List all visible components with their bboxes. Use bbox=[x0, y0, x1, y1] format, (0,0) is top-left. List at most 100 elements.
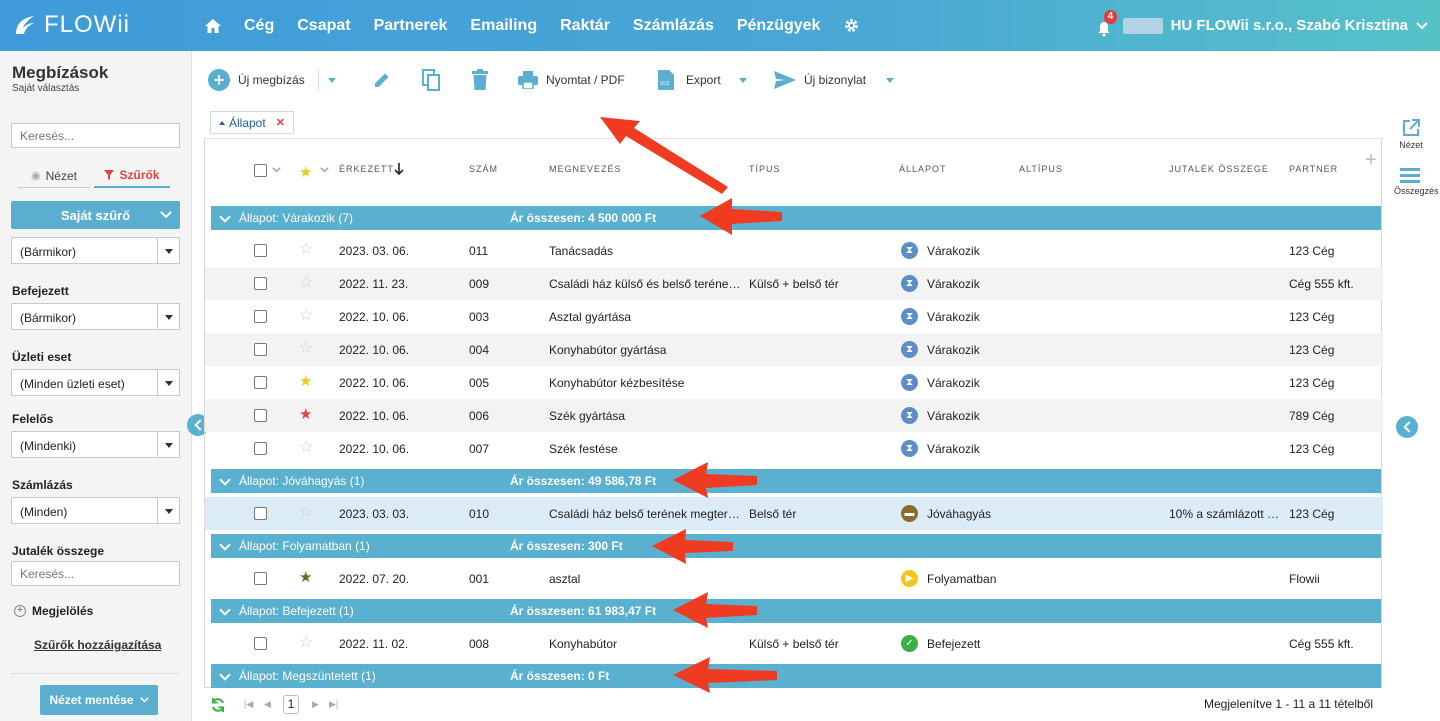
row-checkbox[interactable] bbox=[254, 507, 267, 520]
group-header[interactable]: Állapot: Befejezett (1) Ár összesen: 61 9… bbox=[211, 599, 1381, 623]
caret-up-icon bbox=[219, 120, 225, 125]
row-checkbox[interactable] bbox=[254, 244, 267, 257]
select-all-checkbox[interactable] bbox=[254, 164, 267, 177]
save-view-button[interactable]: Nézet mentése bbox=[40, 685, 158, 715]
row-checkbox[interactable] bbox=[254, 343, 267, 356]
table-row[interactable]: ★ 2022. 10. 06. 005 Konyhabútor kézbesítése… bbox=[205, 366, 1383, 399]
current-page[interactable]: 1 bbox=[283, 695, 299, 714]
star-column-icon[interactable]: ★ bbox=[299, 163, 312, 181]
nav-csapat[interactable]: Csapat bbox=[297, 17, 350, 35]
business-case-select[interactable]: (Minden üzleti eset) bbox=[11, 369, 180, 396]
refresh-icon[interactable] bbox=[210, 697, 226, 713]
new-document-button[interactable]: Új bizonylat bbox=[774, 67, 895, 93]
table-row[interactable]: ☆ 2022. 10. 06. 004 Konyhabútor gyártása Vár… bbox=[205, 333, 1383, 366]
nav-penzugyek[interactable]: Pénzügyek bbox=[737, 17, 821, 35]
col-header-status[interactable]: ÁLLAPOT bbox=[899, 164, 947, 174]
favorite-star-icon[interactable]: ★ bbox=[299, 374, 312, 389]
assign-filters-link[interactable]: Szűrők hozzáigazítása bbox=[34, 638, 161, 652]
own-filter-button[interactable]: Saját szűrő bbox=[11, 201, 180, 229]
favorite-star-icon[interactable]: ☆ bbox=[299, 635, 313, 651]
group-header[interactable]: Állapot: Várakozik (7) Ár összesen: 4 500… bbox=[211, 206, 1381, 230]
copy-icon[interactable] bbox=[422, 69, 440, 91]
nav-partnerek[interactable]: Partnerek bbox=[374, 17, 448, 35]
favorite-star-icon[interactable]: ☆ bbox=[299, 440, 313, 456]
first-page-icon[interactable]: |◀ bbox=[244, 699, 253, 710]
table-row[interactable]: ☆ 2022. 10. 06. 003 Asztal gyártása Várakozi… bbox=[205, 300, 1383, 333]
chevron-down-icon[interactable] bbox=[272, 167, 281, 173]
gear-icon[interactable] bbox=[843, 17, 860, 34]
group-sum: Ár összesen: 49 586,78 Ft bbox=[510, 474, 657, 488]
chevron-down-icon[interactable] bbox=[1416, 21, 1428, 30]
row-checkbox[interactable] bbox=[254, 376, 267, 389]
col-header-subtype[interactable]: ALTÍPUS bbox=[1019, 164, 1063, 174]
row-checkbox[interactable] bbox=[254, 409, 267, 422]
col-header-partner[interactable]: PARTNER bbox=[1289, 164, 1338, 174]
arrived-date-select[interactable]: (Bármikor) bbox=[11, 237, 180, 264]
row-checkbox[interactable] bbox=[254, 572, 267, 585]
marking-toggle[interactable]: + Megjelölés bbox=[14, 604, 93, 618]
summary-button[interactable]: Összegzés bbox=[1390, 168, 1440, 196]
dropdown-arrow-icon bbox=[157, 304, 179, 329]
cell-type: Belső tér bbox=[749, 507, 797, 521]
last-page-icon[interactable]: ▶| bbox=[329, 699, 338, 710]
favorite-star-icon[interactable]: ☆ bbox=[299, 275, 313, 291]
table-row[interactable]: ☆ 2022. 11. 23. 009 Családi ház külső és be… bbox=[205, 267, 1383, 300]
collapse-right-panel-button[interactable] bbox=[1396, 416, 1418, 438]
table-row[interactable]: ☆ 2022. 10. 06. 007 Szék festése Várakozik 12… bbox=[205, 432, 1383, 465]
chevron-down-icon[interactable] bbox=[320, 167, 329, 173]
invoicing-select[interactable]: (Minden) bbox=[11, 497, 180, 524]
active-filter-tag[interactable]: Állapot ✕ bbox=[210, 111, 294, 134]
col-header-number[interactable]: SZÁM bbox=[469, 164, 498, 174]
cell-number: 001 bbox=[469, 572, 490, 586]
group-header[interactable]: Állapot: Megszüntetett (1) Ár összesen: 0… bbox=[211, 664, 1381, 688]
responsible-select[interactable]: (Mindenki) bbox=[11, 431, 180, 458]
nav-raktar[interactable]: Raktár bbox=[560, 17, 610, 35]
col-header-commission[interactable]: JUTALÉK ÖSSZEGE bbox=[1169, 164, 1269, 174]
new-order-button[interactable]: + Új megbízás bbox=[208, 67, 305, 93]
favorite-star-icon[interactable]: ☆ bbox=[299, 242, 313, 258]
favorite-star-icon[interactable]: ★ bbox=[299, 570, 312, 585]
row-checkbox[interactable] bbox=[254, 310, 267, 323]
favorite-star-icon[interactable]: ☆ bbox=[299, 505, 313, 521]
new-order-dropdown-icon[interactable] bbox=[328, 78, 336, 83]
table-row[interactable]: ☆ 2023. 03. 06. 011 Tanácsadás Várakozik 123 … bbox=[205, 234, 1383, 267]
table-row[interactable]: ☆ 2023. 03. 03. 010 Családi ház belső terén… bbox=[205, 497, 1383, 530]
home-icon[interactable] bbox=[204, 17, 222, 35]
table-row[interactable]: ★ 2022. 10. 06. 006 Szék gyártása Várakozik 7… bbox=[205, 399, 1383, 432]
user-menu[interactable]: 4 HU FLOWii s.r.o., Szabó Krisztina bbox=[1097, 0, 1428, 51]
group-header[interactable]: Állapot: Folyamatban (1) Ár összesen: 300… bbox=[211, 534, 1381, 558]
commission-search-input[interactable]: Keresés... bbox=[11, 561, 180, 586]
nav-emailing[interactable]: Emailing bbox=[470, 17, 537, 35]
group-header[interactable]: Állapot: Jóváhagyás (1) Ár összesen: 49 5… bbox=[211, 469, 1381, 493]
table-row[interactable]: ★ 2022. 07. 20. 001 asztal Folyamatban Flowii… bbox=[205, 562, 1383, 595]
sort-down-arrow-icon[interactable] bbox=[394, 163, 404, 176]
next-page-icon[interactable]: ▶ bbox=[312, 699, 319, 710]
open-view-button[interactable]: Nézet bbox=[1390, 118, 1432, 150]
row-checkbox[interactable] bbox=[254, 442, 267, 455]
user-name[interactable]: HU FLOWii s.r.o., Szabó Krisztina bbox=[1171, 17, 1408, 34]
notification-area[interactable]: 4 bbox=[1097, 9, 1118, 37]
tab-view[interactable]: ◉ Nézet bbox=[18, 164, 90, 188]
col-header-type[interactable]: TÍPUS bbox=[749, 164, 781, 174]
print-pdf-button[interactable]: Nyomtat / PDF bbox=[518, 67, 625, 93]
col-header-name[interactable]: MEGNEVEZÉS bbox=[549, 164, 622, 174]
favorite-star-icon[interactable]: ☆ bbox=[299, 308, 313, 324]
edit-pencil-icon[interactable] bbox=[373, 71, 391, 89]
flowii-logo[interactable]: FLOWii bbox=[12, 8, 130, 42]
nav-ceg[interactable]: Cég bbox=[244, 17, 274, 35]
nav-szamlazas[interactable]: Számlázás bbox=[633, 17, 714, 35]
table-row[interactable]: ☆ 2022. 11. 02. 008 Konyhabútor Külső + bels… bbox=[205, 627, 1383, 660]
export-button[interactable]: XLS Export bbox=[658, 67, 747, 93]
favorite-star-icon[interactable]: ★ bbox=[299, 407, 312, 422]
prev-page-icon[interactable]: ◀ bbox=[264, 699, 271, 710]
add-column-icon[interactable]: + bbox=[1365, 149, 1377, 172]
favorite-star-icon[interactable]: ☆ bbox=[299, 341, 313, 357]
row-checkbox[interactable] bbox=[254, 277, 267, 290]
row-checkbox[interactable] bbox=[254, 637, 267, 650]
remove-filter-icon[interactable]: ✕ bbox=[276, 116, 285, 129]
finished-select[interactable]: (Bármikor) bbox=[11, 303, 180, 330]
tab-filters[interactable]: Szűrők bbox=[94, 164, 170, 188]
sidebar-search-input[interactable]: Keresés... bbox=[11, 123, 180, 148]
col-header-arrived[interactable]: ÉRKEZETT bbox=[339, 164, 394, 174]
trash-icon[interactable] bbox=[472, 69, 488, 91]
